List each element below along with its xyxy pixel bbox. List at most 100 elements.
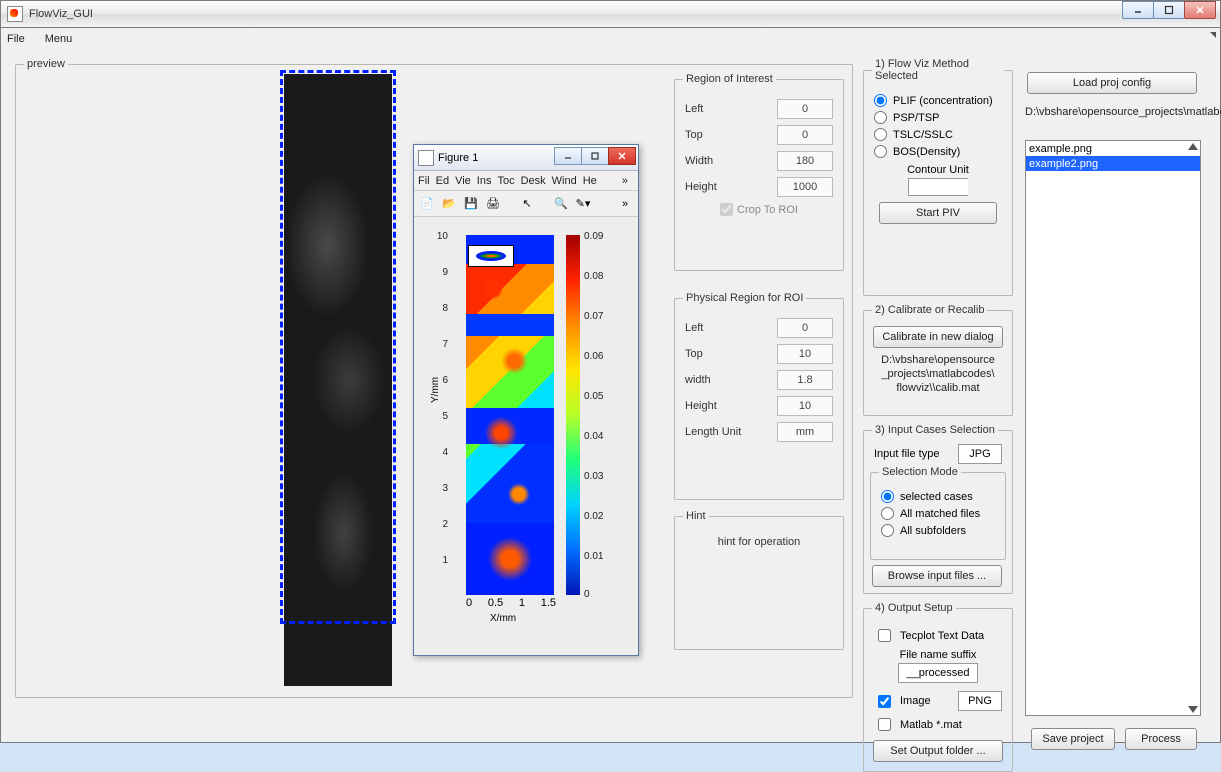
chevron-right-icon[interactable]: » xyxy=(622,175,628,187)
selmode-subfolders-label: All subfolders xyxy=(900,525,966,537)
fig-menu-help[interactable]: He xyxy=(583,175,597,187)
figure-maximize-button[interactable] xyxy=(581,147,609,165)
fig-menu-window[interactable]: Wind xyxy=(552,175,577,187)
save-icon[interactable]: 💾 xyxy=(462,195,480,213)
print-icon[interactable]: 🖨 xyxy=(484,195,502,213)
fig-menu-view[interactable]: Vie xyxy=(455,175,471,187)
input-cases-group: 3) Input Cases Selection Input file type… xyxy=(863,424,1013,594)
method-legend: 1) Flow Viz Method Selected xyxy=(872,58,1004,82)
phys-left-label: Left xyxy=(685,322,703,334)
phys-unit-input[interactable]: mm xyxy=(777,422,833,442)
crop-to-roi-label: Crop To ROI xyxy=(737,204,798,216)
method-psp-label: PSP/TSP xyxy=(893,112,939,124)
close-button[interactable] xyxy=(1184,1,1216,19)
save-project-button[interactable]: Save project xyxy=(1031,728,1115,750)
crop-to-roi-checkbox[interactable] xyxy=(720,203,733,216)
image-label: Image xyxy=(900,695,931,707)
menu-menu[interactable]: Menu xyxy=(45,33,73,45)
fig-menu-file[interactable]: Fil xyxy=(418,175,430,187)
preview-group: preview Figure 1 Fil Ed Vie Ins Toc De xyxy=(15,58,853,698)
input-filetype-select[interactable]: JPG xyxy=(958,444,1002,464)
set-output-folder-button[interactable]: Set Output folder ... xyxy=(873,740,1003,762)
selmode-matched-radio[interactable] xyxy=(881,507,894,520)
roi-top-label: Top xyxy=(685,129,703,141)
suffix-input[interactable]: __processed xyxy=(898,663,978,683)
calibrate-button[interactable]: Calibrate in new dialog xyxy=(873,326,1003,348)
preview-legend: preview xyxy=(24,58,68,70)
process-button[interactable]: Process xyxy=(1125,728,1197,750)
output-legend: 4) Output Setup xyxy=(872,602,956,614)
input-filetype-label: Input file type xyxy=(874,448,939,460)
browse-input-button[interactable]: Browse input files ... xyxy=(872,565,1002,587)
open-icon[interactable]: 📂 xyxy=(440,195,458,213)
load-proj-config-button[interactable]: Load proj config xyxy=(1027,72,1197,94)
file-listbox[interactable]: example.png example2.png xyxy=(1025,140,1201,716)
scroll-down-icon[interactable] xyxy=(1188,706,1198,713)
hint-text: hint for operation xyxy=(683,536,835,548)
contour-unit-input[interactable] xyxy=(908,178,968,196)
roi-left-label: Left xyxy=(685,103,703,115)
calib-path: D:\vbshare\opensource _projects\matlabco… xyxy=(872,354,1004,395)
start-piv-button[interactable]: Start PIV xyxy=(879,202,997,224)
window-titlebar: FlowViz_GUI xyxy=(0,0,1221,28)
figure-axes: 0.09 0.08 0.07 0.06 0.05 0.04 0.03 0.02 … xyxy=(422,223,630,647)
roi-left-input[interactable]: 0 xyxy=(777,99,833,119)
menu-corner-icon[interactable] xyxy=(1210,32,1216,38)
method-psp-radio[interactable] xyxy=(874,111,887,124)
phys-height-input[interactable]: 10 xyxy=(777,396,833,416)
tecplot-checkbox[interactable] xyxy=(878,629,891,642)
x-axis-label: X/mm xyxy=(490,613,516,624)
list-item[interactable]: example2.png xyxy=(1026,156,1200,171)
minimize-button[interactable] xyxy=(1122,1,1154,19)
scroll-up-icon[interactable] xyxy=(1188,143,1198,150)
menu-file[interactable]: File xyxy=(7,33,25,45)
method-tslc-radio[interactable] xyxy=(874,128,887,141)
fig-menu-desktop[interactable]: Desk xyxy=(521,175,546,187)
roi-selection-box[interactable] xyxy=(280,70,396,624)
method-bos-radio[interactable] xyxy=(874,145,887,158)
y-axis-label: Y/mm xyxy=(430,377,441,403)
new-figure-icon[interactable]: 📄 xyxy=(418,195,436,213)
figure-minimize-button[interactable] xyxy=(554,147,582,165)
physical-region-group: Physical Region for ROI Left0 Top10 widt… xyxy=(674,292,844,500)
figure-close-button[interactable] xyxy=(608,147,636,165)
figure-toolbar: 📄 📂 💾 🖨 ↖ 🔍 ✎▾ » xyxy=(414,191,638,217)
selmode-legend: Selection Mode xyxy=(879,466,961,478)
roi-top-input[interactable]: 0 xyxy=(777,125,833,145)
phys-left-input[interactable]: 0 xyxy=(777,318,833,338)
roi-height-label: Height xyxy=(685,181,717,193)
fig-menu-tools[interactable]: Toc xyxy=(497,175,514,187)
method-plif-radio[interactable] xyxy=(874,94,887,107)
matlab-checkbox[interactable] xyxy=(878,718,891,731)
matlab-label: Matlab *.mat xyxy=(900,719,962,731)
phys-top-input[interactable]: 10 xyxy=(777,344,833,364)
figure-titlebar[interactable]: Figure 1 xyxy=(414,145,638,171)
menubar: File Menu xyxy=(0,28,1221,50)
colorbar xyxy=(566,235,580,595)
roi-height-input[interactable]: 1000 xyxy=(777,177,833,197)
method-group: 1) Flow Viz Method Selected PLIF (concen… xyxy=(863,58,1013,296)
selmode-subfolders-radio[interactable] xyxy=(881,524,894,537)
image-format-select[interactable]: PNG xyxy=(958,691,1002,711)
fig-menu-insert[interactable]: Ins xyxy=(477,175,492,187)
plot-legend[interactable] xyxy=(468,245,514,267)
fig-menu-edit[interactable]: Ed xyxy=(436,175,449,187)
phys-width-label: width xyxy=(685,374,711,386)
calibrate-group: 2) Calibrate or Recalib Calibrate in new… xyxy=(863,304,1013,416)
pointer-icon[interactable]: ↖ xyxy=(518,195,536,213)
method-bos-label: BOS(Density) xyxy=(893,146,960,158)
image-checkbox[interactable] xyxy=(878,695,891,708)
app-icon xyxy=(7,6,23,22)
brush-icon[interactable]: ✎▾ xyxy=(574,195,592,213)
roi-width-input[interactable]: 180 xyxy=(777,151,833,171)
maximize-button[interactable] xyxy=(1153,1,1185,19)
heatmap-plot xyxy=(466,235,554,595)
phys-width-input[interactable]: 1.8 xyxy=(777,370,833,390)
phys-legend: Physical Region for ROI xyxy=(683,292,806,304)
selmode-selected-radio[interactable] xyxy=(881,490,894,503)
list-item[interactable]: example.png xyxy=(1026,141,1200,156)
toolbar-more-icon[interactable]: » xyxy=(616,195,634,213)
selmode-selected-label: selected cases xyxy=(900,491,973,503)
roi-legend: Region of Interest xyxy=(683,73,776,85)
zoom-in-icon[interactable]: 🔍 xyxy=(552,195,570,213)
